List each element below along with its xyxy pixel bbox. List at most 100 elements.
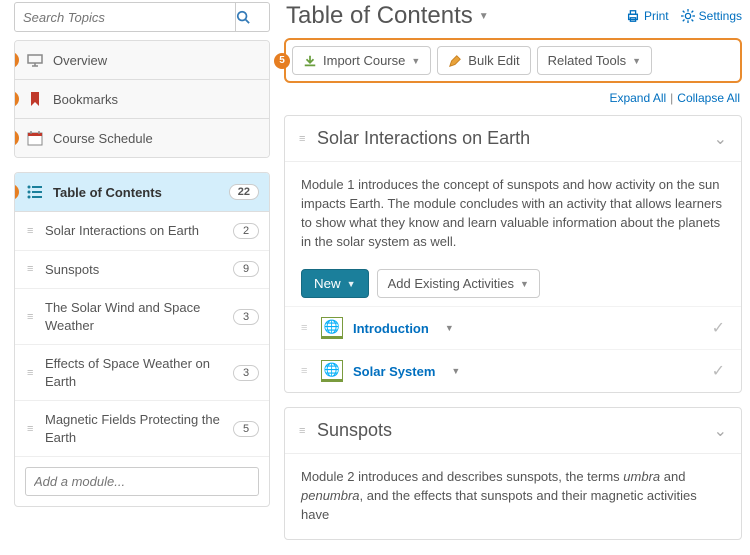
search-button[interactable] (236, 2, 270, 32)
collapse-all-link[interactable]: Collapse All (677, 91, 740, 105)
new-button[interactable]: New ▼ (301, 269, 369, 298)
search-icon (236, 10, 269, 24)
chevron-down-icon[interactable]: ⌄ (714, 421, 727, 441)
settings-link[interactable]: Settings (681, 9, 742, 23)
nav-bookmarks-label: Bookmarks (53, 92, 118, 107)
nav-overview[interactable]: 1 Overview (15, 41, 269, 80)
caret-down-icon: ▼ (520, 279, 529, 289)
settings-label: Settings (699, 9, 742, 23)
activity-title[interactable]: Solar System (353, 364, 435, 379)
module: ≡ Solar Interactions on Earth ⌄ Module 1… (284, 115, 742, 393)
toc-item-label: Effects of Space Weather on Earth (45, 355, 225, 390)
nav-schedule-label: Course Schedule (53, 131, 153, 146)
print-link[interactable]: Print (626, 9, 669, 23)
search-row (14, 2, 270, 32)
document-icon: 🌐 (321, 360, 343, 382)
caret-down-icon[interactable]: ▼ (451, 366, 460, 376)
nav-bookmarks[interactable]: 2 Bookmarks (15, 80, 269, 119)
toc-item-count: 3 (233, 309, 259, 325)
toc-item[interactable]: ≡ Effects of Space Weather on Earth 3 (15, 345, 269, 401)
grip-icon: ≡ (27, 424, 37, 434)
grip-icon: ≡ (299, 134, 309, 144)
toc-item-count: 3 (233, 365, 259, 381)
toc-item-label: The Solar Wind and Space Weather (45, 299, 225, 334)
caret-down-icon: ▼ (632, 56, 641, 66)
toc-item-count: 5 (233, 421, 259, 437)
callout-4: 4 (14, 184, 19, 200)
overview-icon (27, 52, 43, 68)
toc-item[interactable]: ≡ The Solar Wind and Space Weather 3 (15, 289, 269, 345)
desc-text: and (660, 469, 685, 484)
gear-icon (681, 9, 695, 23)
grip-icon: ≡ (27, 368, 37, 378)
toc-item[interactable]: ≡ Solar Interactions on Earth 2 (15, 212, 269, 251)
grip-icon: ≡ (301, 366, 311, 376)
import-course-button[interactable]: Import Course ▼ (292, 46, 431, 75)
print-label: Print (644, 9, 669, 23)
module-header[interactable]: ≡ Solar Interactions on Earth ⌄ (285, 116, 741, 162)
desc-text: , and the effects that sunspots and thei… (301, 488, 697, 522)
edit-icon (448, 54, 462, 68)
page-title-text: Table of Contents (286, 2, 473, 30)
add-existing-label: Add Existing Activities (388, 276, 514, 291)
caret-down-icon[interactable]: ▼ (445, 323, 454, 333)
list-icon (27, 185, 43, 199)
divider: | (670, 91, 673, 105)
module: ≡ Sunspots ⌄ Module 2 introduces and des… (284, 407, 742, 540)
related-label: Related Tools (548, 53, 627, 68)
chevron-down-icon[interactable]: ⌄ (714, 129, 727, 149)
grip-icon: ≡ (27, 312, 37, 322)
grip-icon: ≡ (27, 226, 37, 236)
page-header: Table of Contents ▼ Print Settings (280, 2, 746, 38)
add-module-input[interactable] (25, 467, 259, 496)
desc-text: Module 2 introduces and describes sunspo… (301, 469, 623, 484)
document-icon: 🌐 (321, 317, 343, 339)
activity-row[interactable]: ≡ 🌐 Introduction ▼ ✓ (285, 306, 741, 349)
module-header[interactable]: ≡ Sunspots ⌄ (285, 408, 741, 454)
toc-count: 22 (229, 184, 259, 200)
check-icon: ✓ (712, 361, 725, 381)
callout-3: 3 (14, 130, 19, 146)
nav-overview-label: Overview (53, 53, 107, 68)
toc-item-label: Solar Interactions on Earth (45, 222, 225, 240)
expand-all-link[interactable]: Expand All (609, 91, 666, 105)
toc-item[interactable]: ≡ Magnetic Fields Protecting the Earth 5 (15, 401, 269, 457)
activity-title[interactable]: Introduction (353, 321, 429, 336)
callout-1: 1 (14, 52, 19, 68)
related-tools-button[interactable]: Related Tools ▼ (537, 46, 652, 75)
module-title: Sunspots (317, 420, 706, 441)
module-actions: New ▼ Add Existing Activities ▼ (285, 265, 741, 306)
toc-item-label: Sunspots (45, 261, 225, 279)
nav-list: 1 Overview 2 Bookmarks 3 Course Schedule (14, 40, 270, 158)
caret-down-icon: ▼ (347, 279, 356, 289)
bookmark-icon (27, 91, 43, 107)
grip-icon: ≡ (299, 426, 309, 436)
activity-row[interactable]: ≡ 🌐 Solar System ▼ ✓ (285, 349, 741, 392)
import-icon (303, 54, 317, 68)
toc-item-label: Magnetic Fields Protecting the Earth (45, 411, 225, 446)
expand-collapse-row: Expand All | Collapse All (280, 89, 746, 115)
add-module-row (15, 457, 269, 506)
module-title: Solar Interactions on Earth (317, 128, 706, 149)
bulk-edit-button[interactable]: Bulk Edit (437, 46, 530, 75)
module-description: Module 1 introduces the concept of sunsp… (285, 162, 741, 265)
grip-icon: ≡ (301, 323, 311, 333)
toc: 4 Table of Contents 22 ≡ Solar Interacti… (14, 172, 270, 507)
caret-down-icon: ▼ (479, 11, 489, 22)
toolbar-highlighted: Import Course ▼ Bulk Edit Related Tools … (284, 38, 742, 83)
toc-title: Table of Contents (53, 185, 162, 200)
caret-down-icon: ▼ (411, 56, 420, 66)
toc-item[interactable]: ≡ Sunspots 9 (15, 251, 269, 290)
search-input[interactable] (14, 2, 236, 32)
print-icon (626, 9, 640, 23)
desc-em: penumbra (301, 488, 360, 503)
page-title[interactable]: Table of Contents ▼ (286, 2, 489, 30)
desc-em: umbra (623, 469, 660, 484)
check-icon: ✓ (712, 318, 725, 338)
nav-schedule[interactable]: 3 Course Schedule (15, 119, 269, 157)
add-existing-button[interactable]: Add Existing Activities ▼ (377, 269, 540, 298)
module-description: Module 2 introduces and describes sunspo… (285, 454, 741, 539)
bulk-label: Bulk Edit (468, 53, 519, 68)
callout-5: 5 (274, 53, 290, 69)
toc-header[interactable]: 4 Table of Contents 22 (15, 173, 269, 212)
